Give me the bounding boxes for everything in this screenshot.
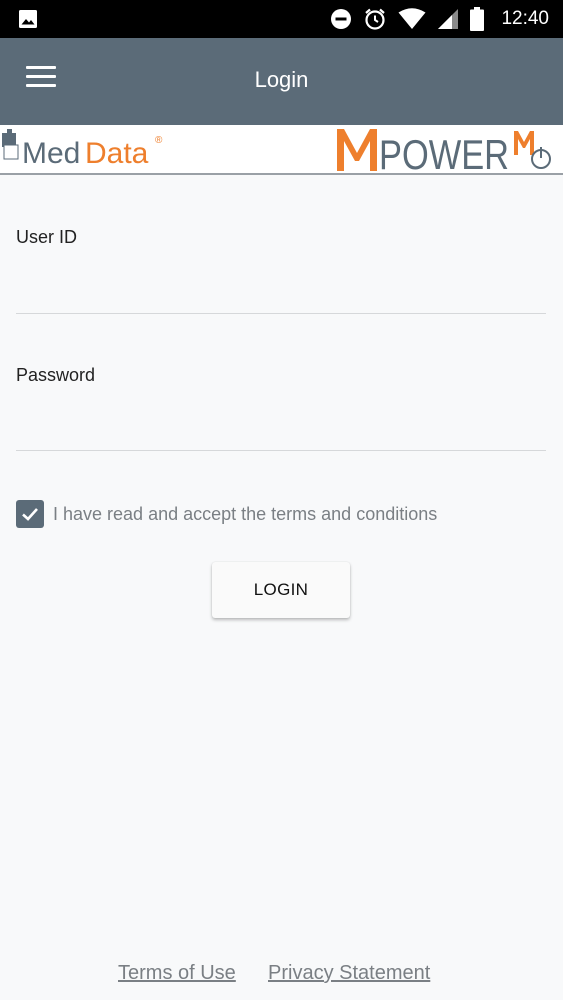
password-label: Password [16,365,96,385]
checkmark-icon [22,508,38,521]
mpower-logo: POWER [337,129,551,173]
meddata-logo-text-data: Data [85,137,149,169]
logo-band: Med Data ® POWER [0,125,563,175]
terms-of-use-link[interactable]: Terms of Use [118,962,236,985]
signal-icon [438,9,459,29]
password-field[interactable] [16,414,546,451]
battery-icon [470,7,485,31]
meddata-logo-text-med: Med [22,137,80,169]
alarm-icon [365,8,386,30]
user-id-field[interactable] [16,277,546,314]
do-not-disturb-icon [331,9,352,29]
login-button[interactable]: LOGIN [212,562,350,618]
terms-row: I have read and accept the terms and con… [16,500,437,528]
page-title: Login [254,67,309,92]
user-id-label: User ID [16,227,78,247]
terms-text: I have read and accept the terms and con… [53,503,438,524]
status-bar: 12:40 [0,0,563,38]
status-time: 12:40 [501,8,549,29]
app-bar: Login [0,38,563,125]
svg-text:®: ® [155,135,163,146]
wifi-icon [398,8,426,29]
svg-text:POWER: POWER [379,131,509,173]
terms-checkbox[interactable] [16,500,44,528]
gallery-icon [19,10,37,28]
meddata-logo: Med Data ® [2,129,163,169]
privacy-statement-link[interactable]: Privacy Statement [268,962,430,985]
